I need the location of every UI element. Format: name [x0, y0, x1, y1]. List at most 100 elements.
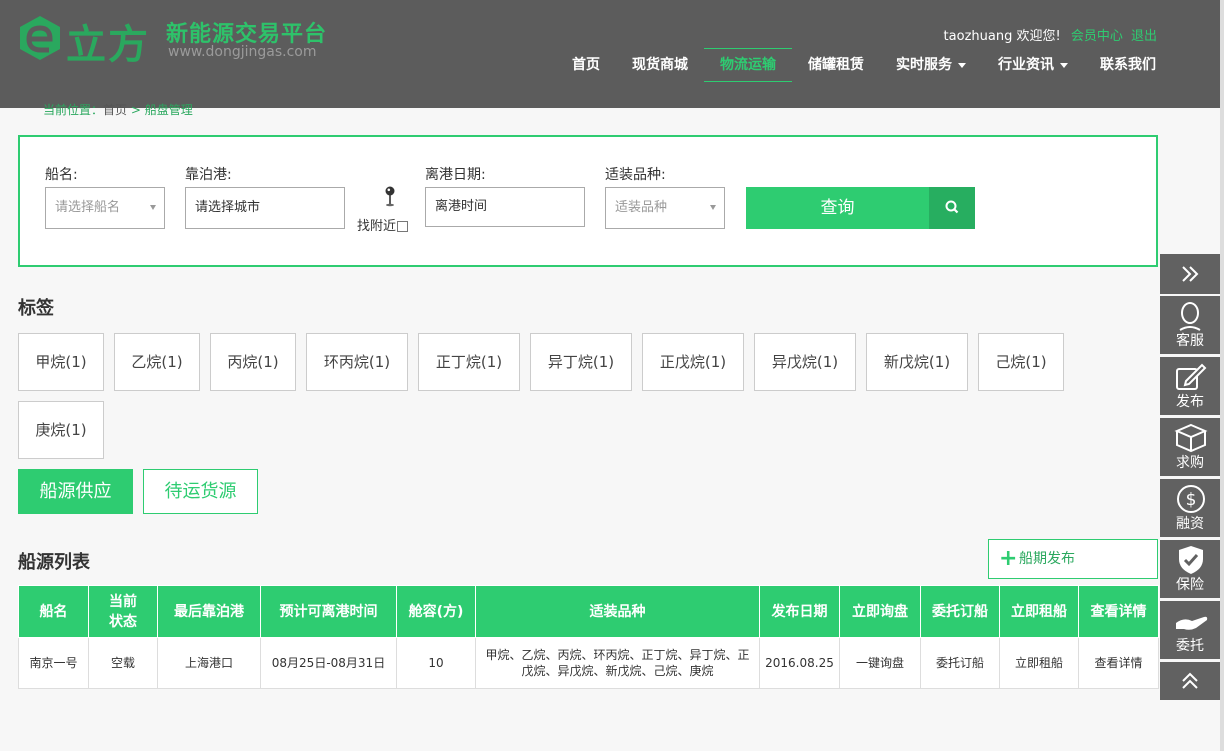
logout-link[interactable]: 退出 [1131, 29, 1157, 44]
publish-schedule-label: 船期发布 [1019, 551, 1075, 567]
cell-cargo-types: 甲烷、乙烷、丙烷、环丙烷、正丁烷、异丁烷、正戊烷、异戊烷、新戊烷、己烷、庚烷 [475, 637, 760, 689]
column-header: 立即租船 [999, 585, 1079, 638]
dropdown-arrow-icon [150, 205, 156, 210]
publish-schedule-button[interactable]: + 船期发布 [988, 539, 1158, 579]
tag-item[interactable]: 丙烷(1) [210, 333, 296, 391]
tab-pending-cargo[interactable]: 待运货源 [143, 469, 258, 514]
berth-port-input[interactable]: 请选择城市 [185, 187, 345, 229]
logo-e-icon [20, 16, 60, 60]
tag-item[interactable]: 正戊烷(1) [642, 333, 744, 391]
sidebar-item-insurance[interactable]: 保险 [1160, 540, 1220, 598]
column-header: 预计可离港时间 [260, 585, 397, 638]
sidebar-item-entrust[interactable]: 委托 [1160, 601, 1220, 659]
nav-contact[interactable]: 联系我们 [1084, 48, 1172, 82]
tag-label: 新戊烷(1) [883, 353, 951, 371]
sidebar-collapse-button[interactable] [1160, 254, 1220, 294]
column-header: 船名 [18, 585, 89, 638]
column-header: 舱容(方) [396, 585, 476, 638]
page-scrollbar[interactable] [1220, 0, 1224, 751]
tag-item[interactable]: 庚烷(1) [18, 401, 104, 459]
chevron-down-icon [958, 62, 966, 68]
sidebar-item-finance[interactable]: $ 融资 [1160, 479, 1220, 537]
sidebar-item-label: 融资 [1176, 516, 1204, 532]
table-row: 南京一号 空载 上海港口 08月25日-08月31日 10 甲烷、乙烷、丙烷、环… [18, 637, 1159, 689]
cargo-type-select[interactable]: 适装品种 [605, 187, 725, 229]
search-button-label: 查询 [820, 198, 855, 218]
tag-item[interactable]: 己烷(1) [978, 333, 1064, 391]
departure-date-label: 离港日期: [425, 167, 486, 183]
tag-label: 异戊烷(1) [771, 353, 839, 371]
tag-item[interactable]: 环丙烷(1) [306, 333, 408, 391]
location-pin-icon[interactable] [384, 185, 396, 207]
tags-title: 标签 [18, 298, 54, 319]
ship-name-label: 船名: [45, 167, 78, 183]
plus-icon: + [999, 546, 1018, 571]
cargo-type-label: 适装品种: [605, 167, 666, 183]
site-logo[interactable]: 立方 新能源交易平台 www.dongjingas.com [16, 14, 346, 68]
ship-list-table: 船名 当前状态 最后靠泊港 预计可离港时间 舱容(方) 适装品种 发布日期 立即… [18, 585, 1159, 689]
nav-realtime-service[interactable]: 实时服务 [880, 48, 982, 82]
ship-name-select[interactable]: 请选择船名 [45, 187, 165, 229]
tag-label: 甲烷(1) [35, 353, 87, 371]
entrust-booking-link[interactable]: 委托订船 [920, 637, 1000, 689]
column-header: 最后靠泊港 [157, 585, 261, 638]
cargo-type-placeholder: 适装品种 [615, 200, 668, 215]
search-button[interactable]: 查询 [746, 187, 975, 229]
cell-departure-window: 08月25日-08月31日 [260, 637, 397, 689]
tag-item[interactable]: 乙烷(1) [114, 333, 200, 391]
nearby-checkbox[interactable] [397, 221, 409, 232]
cell-cargo-types-text: 甲烷、乙烷、丙烷、环丙烷、正丁烷、异丁烷、正戊烷、异戊烷、新戊烷、己烷、庚烷 [485, 648, 750, 678]
charter-now-link[interactable]: 立即租船 [999, 637, 1079, 689]
view-details-link[interactable]: 查看详情 [1078, 637, 1159, 689]
tag-item[interactable]: 新戊烷(1) [866, 333, 968, 391]
ship-list-title: 船源列表 [18, 552, 90, 573]
back-to-top-button[interactable] [1160, 662, 1220, 700]
member-center-link[interactable]: 会员中心 [1071, 29, 1123, 44]
tag-item[interactable]: 异戊烷(1) [754, 333, 856, 391]
nav-logistics[interactable]: 物流运输 [704, 48, 792, 82]
search-panel: 船名: 请选择船名 靠泊港: 请选择城市 找附近 离港日期: 离港时间 适装品种… [18, 135, 1158, 267]
breadcrumb-current: 船盘管理 [144, 103, 193, 117]
nav-home[interactable]: 首页 [556, 48, 616, 82]
site-header: 立方 新能源交易平台 www.dongjingas.com taozhuang … [0, 0, 1224, 108]
inquiry-link[interactable]: 一键询盘 [839, 637, 921, 689]
tag-label: 丙烷(1) [227, 353, 279, 371]
sidebar-item-purchase[interactable]: 求购 [1160, 418, 1220, 476]
tab-ship-supply[interactable]: 船源供应 [18, 469, 133, 514]
column-header: 适装品种 [475, 585, 760, 638]
tag-item[interactable]: 异丁烷(1) [530, 333, 632, 391]
user-icon [1179, 302, 1201, 331]
nav-spot-mall-label: 现货商城 [632, 57, 688, 73]
tag-item[interactable]: 正丁烷(1) [418, 333, 520, 391]
nearby-toggle[interactable]: 找附近 [357, 215, 409, 234]
tab-pending-cargo-label: 待运货源 [164, 481, 237, 502]
sidebar-item-customer-service[interactable]: 客服 [1160, 296, 1220, 354]
nav-tank-rental[interactable]: 储罐租赁 [792, 48, 880, 82]
nav-spot-mall[interactable]: 现货商城 [616, 48, 704, 82]
cell-ship-name: 南京一号 [18, 637, 89, 689]
tag-label: 庚烷(1) [35, 421, 87, 439]
breadcrumb-separator: > [130, 103, 141, 117]
departure-date-input[interactable]: 离港时间 [425, 187, 585, 227]
edit-icon [1176, 363, 1207, 390]
search-icon-box[interactable] [929, 187, 975, 229]
tab-ship-supply-label: 船源供应 [39, 481, 112, 502]
search-icon [945, 200, 959, 214]
logo-brand-text: 立方 [66, 22, 150, 68]
chevron-down-icon [1060, 62, 1068, 68]
logo-url-text: www.dongjingas.com [168, 44, 317, 60]
sidebar-item-label: 保险 [1176, 577, 1204, 593]
cell-capacity: 10 [396, 637, 476, 689]
double-chevron-up-icon [1182, 672, 1198, 689]
cell-publish-date: 2016.08.25 [759, 637, 840, 689]
username: taozhuang [943, 29, 1013, 44]
tag-item[interactable]: 甲烷(1) [18, 333, 104, 391]
nav-industry-news[interactable]: 行业资讯 [982, 48, 1084, 82]
user-bar: taozhuang 欢迎您! 会员中心 退出 [944, 25, 1157, 44]
breadcrumb-home[interactable]: 首页 [103, 103, 127, 117]
nav-industry-news-label: 行业资讯 [998, 57, 1054, 73]
tag-label: 己烷(1) [995, 353, 1047, 371]
tag-label: 正丁烷(1) [435, 353, 503, 371]
nav-contact-label: 联系我们 [1100, 57, 1156, 73]
sidebar-item-publish[interactable]: 发布 [1160, 357, 1220, 415]
